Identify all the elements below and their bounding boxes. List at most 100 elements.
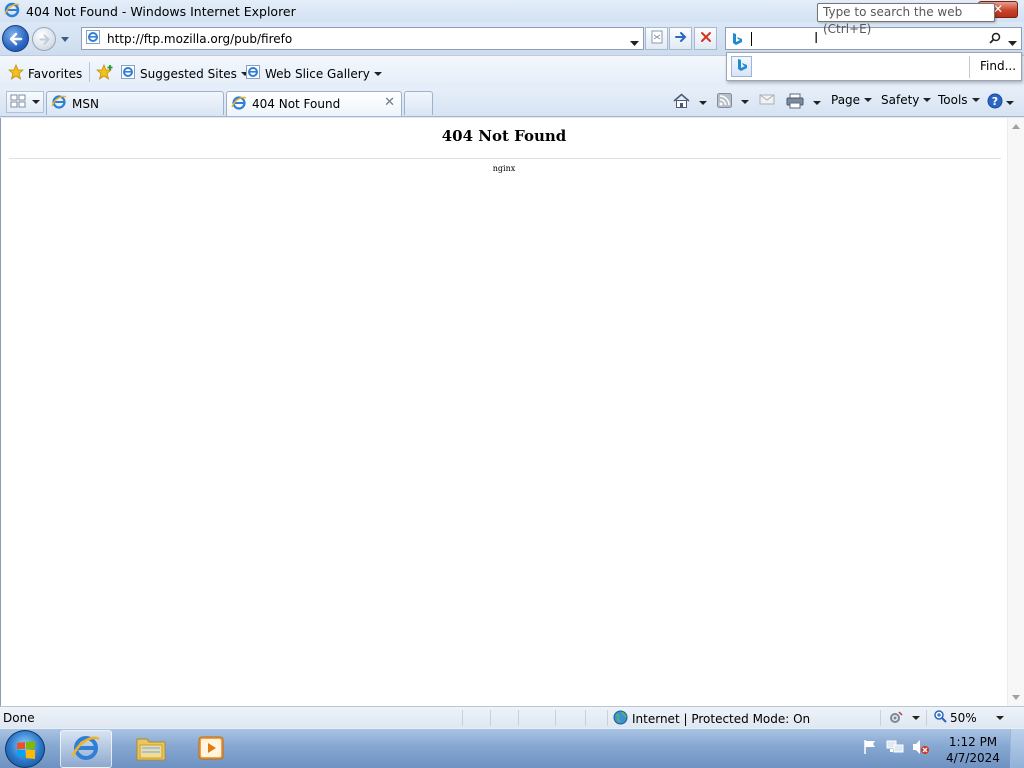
ie-page-icon <box>245 64 261 83</box>
favorites-label: Favorites <box>28 66 83 81</box>
mail-icon <box>759 93 775 109</box>
web-slice-gallery-link[interactable]: Web Slice Gallery <box>245 64 382 83</box>
windows-logo-icon <box>16 740 36 763</box>
go-button[interactable] <box>669 27 692 50</box>
safety-menu-label: Safety <box>881 93 920 107</box>
tab-label: MSN <box>72 96 99 111</box>
taskbar-media-player[interactable] <box>185 730 237 768</box>
clock-date: 4/7/2024 <box>946 751 1000 765</box>
ie-page-icon <box>85 29 101 48</box>
server-signature: nginx <box>492 164 516 173</box>
chevron-down-icon[interactable] <box>996 716 1004 720</box>
status-text: Done <box>3 711 35 725</box>
chevron-down-icon <box>373 71 382 76</box>
search-input[interactable]: I <box>725 27 1022 50</box>
chevron-down-icon[interactable] <box>813 100 821 105</box>
scroll-down-arrow-icon[interactable] <box>1012 695 1020 700</box>
read-mail-button[interactable] <box>759 93 775 109</box>
ie-icon <box>71 733 101 766</box>
search-tooltip: Type to search the web (Ctrl+E) <box>817 3 995 36</box>
stop-button[interactable] <box>694 27 717 50</box>
print-icon <box>786 93 804 112</box>
divider <box>585 710 586 726</box>
search-magnifier-icon[interactable] <box>989 32 1001 47</box>
vertical-scrollbar[interactable] <box>1007 118 1024 706</box>
help-icon: ? <box>987 93 1003 112</box>
new-tab-button[interactable] <box>404 91 433 115</box>
settings-icon[interactable] <box>888 710 904 728</box>
page-menu[interactable]: Page <box>831 93 873 107</box>
tools-menu-label: Tools <box>938 93 968 107</box>
home-button[interactable] <box>673 93 707 112</box>
taskbar-windows-explorer[interactable] <box>125 730 177 768</box>
compatibility-icon <box>650 30 664 47</box>
find-on-page-button[interactable]: Find... <box>980 59 1016 73</box>
tools-menu[interactable]: Tools <box>938 93 980 107</box>
chevron-down-icon <box>864 98 873 102</box>
clock[interactable]: 1:12 PM 4/7/2024 <box>940 734 1006 766</box>
web-slice-gallery-label: Web Slice Gallery <box>265 66 370 81</box>
forward-button[interactable] <box>32 27 56 51</box>
chevron-down-icon[interactable] <box>699 100 707 105</box>
compatibility-view-button[interactable] <box>645 27 668 50</box>
chevron-down-icon <box>1006 100 1014 105</box>
favorites-button[interactable]: Favorites <box>7 63 83 83</box>
address-dropdown[interactable] <box>630 36 639 50</box>
text-caret <box>751 32 752 46</box>
clock-time: 1:12 PM <box>948 735 998 749</box>
go-arrow-icon <box>674 30 688 47</box>
chevron-down-icon[interactable] <box>741 100 749 104</box>
recent-pages-dropdown[interactable] <box>60 33 70 47</box>
ie-icon <box>4 2 20 21</box>
scroll-up-arrow-icon[interactable] <box>1012 124 1020 129</box>
bing-provider-button[interactable] <box>731 56 752 77</box>
zoom-level-button[interactable]: 50% <box>934 710 977 726</box>
page-menu-label: Page <box>831 93 861 107</box>
quick-tabs-button[interactable] <box>6 91 44 113</box>
show-desktop-button[interactable] <box>1010 729 1024 768</box>
chevron-down-icon[interactable] <box>912 716 920 720</box>
ie-icon <box>51 94 67 113</box>
divider <box>89 62 90 82</box>
close-tab-icon[interactable]: ✕ <box>384 95 395 110</box>
window-title: 404 Not Found - Windows Internet Explore… <box>26 3 296 19</box>
suggested-sites-link[interactable]: Suggested Sites <box>120 64 249 83</box>
divider <box>926 710 927 726</box>
tab-msn[interactable]: MSN <box>46 91 224 115</box>
divider <box>490 710 491 726</box>
zoom-level-label: 50% <box>950 711 977 725</box>
taskbar-internet-explorer[interactable] <box>60 730 112 768</box>
home-icon <box>673 93 690 112</box>
ie-page-icon <box>120 64 136 83</box>
add-to-favorites-bar-button[interactable] <box>95 63 114 83</box>
taskbar: 1:12 PM 4/7/2024 <box>0 728 1024 768</box>
divider <box>555 710 556 726</box>
tab-label: 404 Not Found <box>252 97 341 111</box>
divider <box>880 710 881 726</box>
print-button[interactable] <box>786 93 821 112</box>
ie-icon <box>231 95 247 114</box>
tab-404-not-found[interactable]: 404 Not Found ✕ <box>226 91 402 116</box>
safety-menu[interactable]: Safety <box>881 93 932 107</box>
network-icon[interactable] <box>886 739 904 758</box>
status-bar: Done Internet | Protected Mode: On 50% <box>0 706 1024 728</box>
address-bar[interactable]: http://ftp.mozilla.org/pub/firefo <box>81 27 644 50</box>
volume-muted-icon[interactable] <box>912 739 930 758</box>
help-button[interactable]: ? <box>987 93 1014 112</box>
back-button[interactable] <box>2 25 29 52</box>
suggested-sites-label: Suggested Sites <box>140 66 237 81</box>
start-button[interactable] <box>5 730 45 768</box>
star-icon <box>7 63 25 83</box>
search-suggestions: Find... <box>726 52 1022 81</box>
media-player-icon <box>197 734 225 765</box>
divider <box>462 710 463 726</box>
chevron-down-icon <box>971 98 980 102</box>
feeds-button[interactable] <box>717 93 749 111</box>
security-zone[interactable]: Internet | Protected Mode: On <box>613 710 810 728</box>
ibeam-cursor-icon: I <box>814 29 819 47</box>
chevron-down-icon <box>32 100 40 104</box>
search-options-dropdown[interactable] <box>1008 36 1017 50</box>
flag-icon[interactable] <box>862 739 878 758</box>
address-url[interactable]: http://ftp.mozilla.org/pub/firefo <box>107 32 292 46</box>
bing-icon <box>731 32 743 49</box>
